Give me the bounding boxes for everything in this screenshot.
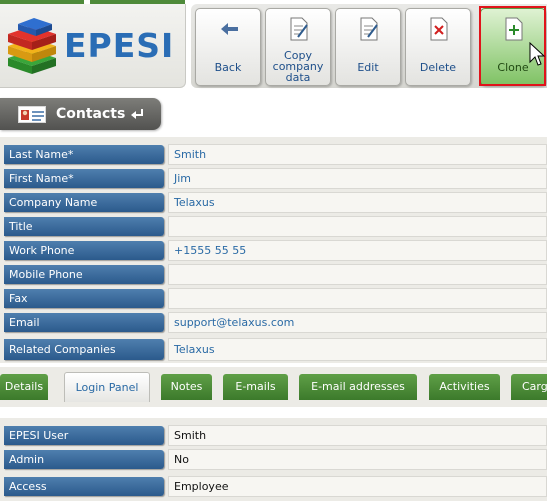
edit-button[interactable]: Edit	[335, 8, 401, 86]
tab-bar: Details Login Panel Notes E-mails E-mail…	[0, 367, 547, 407]
logo-text: EPESI	[64, 26, 175, 65]
return-arrow-icon[interactable]	[130, 108, 144, 120]
field-value	[168, 264, 547, 285]
edit-document-icon	[360, 17, 378, 41]
tab-e-mail-addresses[interactable]: E-mail addresses	[299, 374, 417, 400]
delete-label: Delete	[419, 61, 457, 74]
copy-label-line: data	[285, 71, 311, 84]
tab-notes[interactable]: Notes	[161, 374, 212, 400]
back-label: Back	[214, 61, 242, 74]
mouse-cursor-icon	[529, 42, 545, 66]
copy-label: Copy company data	[266, 50, 330, 83]
related-company-link[interactable]: Telaxus	[168, 338, 547, 361]
field-label: Title	[4, 217, 164, 236]
field-label: Access	[4, 477, 164, 496]
copy-company-data-button[interactable]: Copy company data	[265, 8, 331, 86]
edit-label: Edit	[357, 61, 379, 74]
tab-details[interactable]: Details	[0, 374, 48, 400]
delete-document-icon	[430, 17, 448, 41]
tab-e-mails[interactable]: E-mails	[223, 374, 288, 400]
field-label: EPESI User	[4, 426, 164, 445]
field-value	[168, 288, 547, 309]
company-link[interactable]: Telaxus	[168, 192, 547, 213]
field-label: Fax	[4, 289, 164, 308]
field-label: Mobile Phone	[4, 265, 164, 284]
epesi-logo-icon	[8, 18, 56, 74]
back-button[interactable]: Back	[195, 8, 261, 86]
field-label: Company Name	[4, 193, 164, 212]
field-value: No	[168, 449, 547, 470]
field-value: Smith	[168, 425, 547, 446]
module-title-text: Contacts	[56, 106, 126, 122]
field-value: Smith	[168, 144, 547, 165]
field-label: Last Name*	[4, 145, 164, 164]
field-value: Jim	[168, 168, 547, 189]
field-label: First Name*	[4, 169, 164, 188]
module-title-bar[interactable]: Contacts	[0, 98, 161, 130]
contact-card-graphic	[21, 110, 44, 121]
tab-activities[interactable]: Activities	[429, 374, 500, 400]
document-edit-icon	[290, 17, 308, 41]
login-panel-content: EPESI User Smith Admin No Access Employe…	[0, 418, 547, 501]
tab-cargo[interactable]: Cargo	[511, 374, 547, 400]
tab-login-panel[interactable]: Login Panel	[64, 372, 150, 402]
field-label: Work Phone	[4, 241, 164, 260]
field-label: Admin	[4, 450, 164, 469]
field-label: Related Companies	[4, 339, 164, 360]
delete-button[interactable]: Delete	[405, 8, 471, 86]
record-fields: Last Name* Smith First Name* Jim Company…	[0, 137, 547, 363]
back-arrow-icon	[221, 23, 238, 35]
email-link[interactable]: support@telaxus.com	[168, 312, 547, 333]
field-value	[168, 216, 547, 237]
field-value: +1555 55 55	[168, 240, 547, 261]
field-value: Employee	[168, 476, 547, 497]
field-label: Email	[4, 313, 164, 332]
module-title: Contacts	[56, 106, 144, 122]
logo-area: EPESI	[0, 4, 186, 88]
contact-card-icon	[18, 106, 46, 123]
